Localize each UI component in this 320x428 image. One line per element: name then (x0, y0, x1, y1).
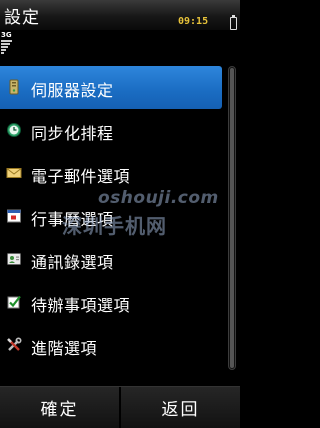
watermark-text: 深圳手机网 (62, 214, 167, 238)
server-icon (6, 79, 22, 95)
signal-indicator: 3G (0, 30, 14, 56)
menu-item-label: 同步化排程 (31, 124, 114, 143)
page-title: 設定 (4, 8, 40, 28)
watermark-url: oshouji.com (98, 188, 219, 208)
sync-clock-icon (6, 122, 22, 138)
network-type-label: 3G (1, 31, 12, 39)
signal-strength-icon (1, 40, 13, 54)
mail-envelope-icon (6, 165, 22, 181)
menu-item-sync-schedule[interactable]: 同步化排程 (0, 109, 222, 152)
menu-item-label: 待辦事項選項 (31, 296, 131, 315)
menu-item-todo-options[interactable]: 待辦事項選項 (0, 281, 222, 324)
checkbox-icon (6, 294, 22, 310)
menu-item-server-settings[interactable]: 伺服器設定 (0, 66, 222, 109)
menu-item-label: 進階選項 (31, 339, 98, 358)
clock: 09:15 (178, 16, 209, 27)
scrollbar-thumb[interactable] (230, 68, 234, 368)
calendar-icon (6, 208, 22, 224)
menu-item-contacts-options[interactable]: 通訊錄選項 (0, 238, 222, 281)
menu-item-advanced-options[interactable]: 進階選項 (0, 324, 222, 367)
tools-icon (6, 337, 22, 353)
confirm-softkey[interactable]: 確定 (0, 387, 119, 428)
battery-icon (230, 15, 237, 30)
status-bar: 設定 09:15 (0, 0, 240, 30)
softkey-bar: 確定 返回 (0, 386, 240, 428)
list-scrollbar[interactable] (228, 66, 236, 370)
back-softkey[interactable]: 返回 (121, 387, 240, 428)
menu-item-label: 通訊錄選項 (31, 253, 114, 272)
menu-item-label: 伺服器設定 (31, 81, 114, 100)
menu-item-label: 電子郵件選項 (31, 167, 131, 186)
contacts-icon (6, 251, 22, 267)
